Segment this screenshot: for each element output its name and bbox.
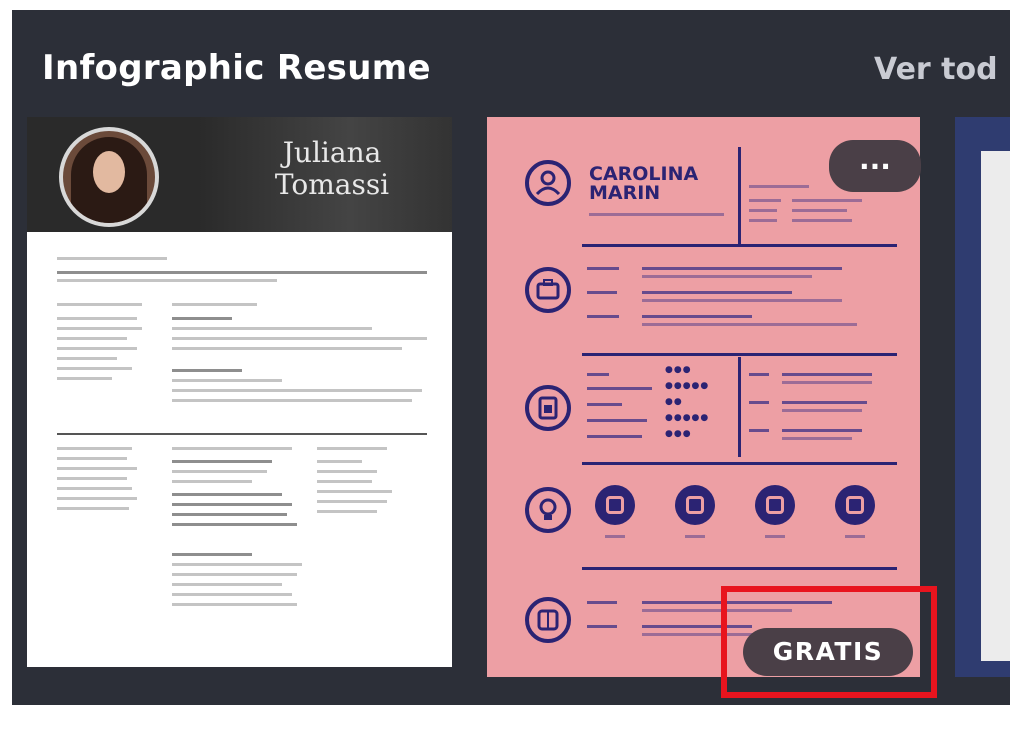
template-card-juliana-tomassi[interactable]: Juliana Tomassi: [27, 117, 452, 667]
clipboard-icon: [525, 385, 571, 431]
user-icon: [525, 160, 571, 206]
resume-role: [272, 208, 277, 217]
avatar: [59, 127, 159, 227]
lightbulb-icon: [525, 487, 571, 533]
more-options-button[interactable]: ...: [829, 140, 921, 192]
see-all-link[interactable]: Ver tod: [874, 52, 998, 87]
more-options-icon: ...: [859, 143, 891, 176]
template-card-partial[interactable]: [955, 117, 1010, 677]
book-icon: [525, 597, 571, 643]
highlight-box: [721, 586, 937, 698]
section-title: Infographic Resume: [42, 48, 431, 88]
briefcase-icon: [525, 267, 571, 313]
resume-name: Juliana Tomassi: [274, 136, 390, 201]
resume-header: Juliana Tomassi: [27, 117, 452, 232]
resume-name: CAROLINA MARIN: [589, 163, 699, 204]
